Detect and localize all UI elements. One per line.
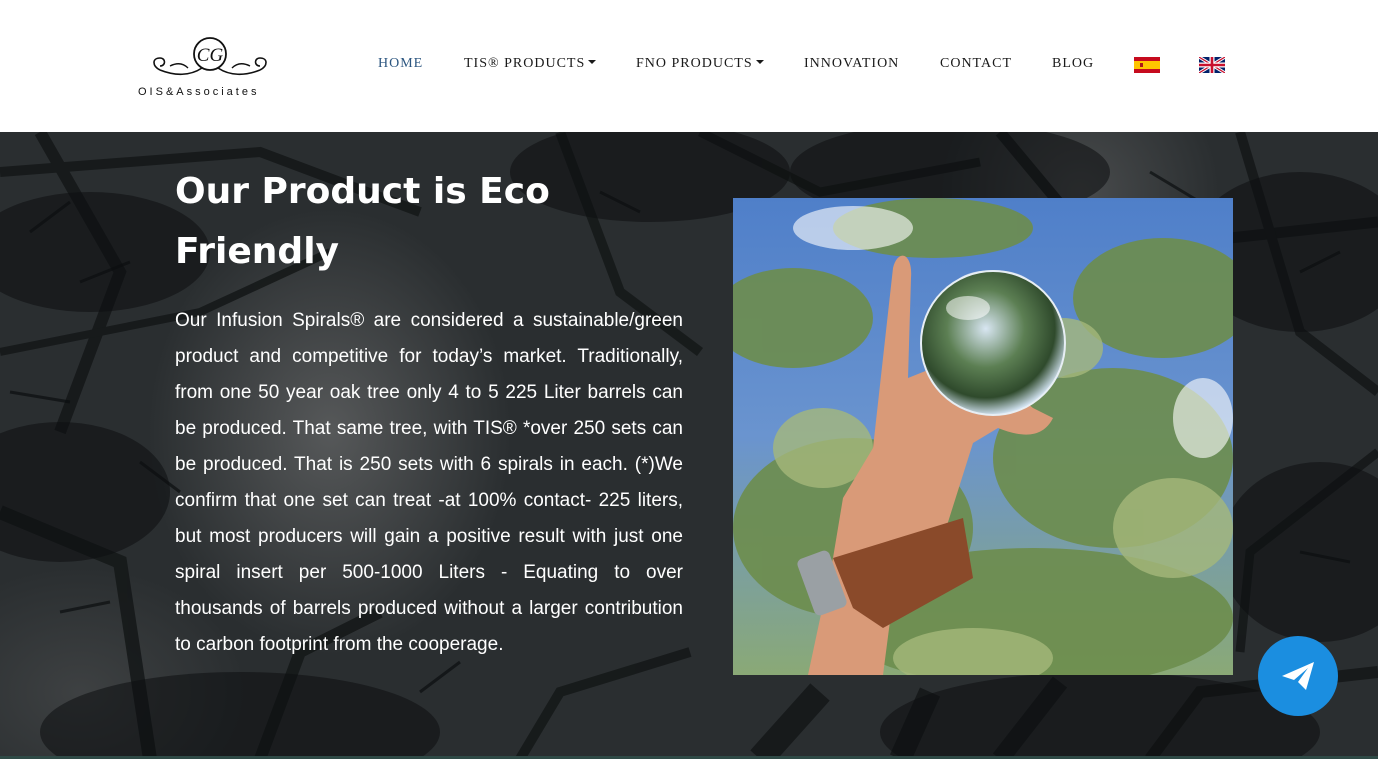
hand-holding-crystal-ball-photo xyxy=(733,198,1233,675)
site-logo[interactable]: CG OIS&Associates xyxy=(138,36,283,100)
hero-title: Our Product is Eco Friendly xyxy=(175,171,550,272)
nav-home[interactable]: HOME xyxy=(378,56,423,72)
nav-innovation[interactable]: INNOVATION xyxy=(804,56,899,72)
site-header: CG OIS&Associates HOME TIS® PRODUCTS FNO… xyxy=(0,0,1378,132)
nav-fno-products[interactable]: FNO PRODUCTS xyxy=(636,56,764,72)
nav-blog[interactable]: BLOG xyxy=(1052,56,1094,72)
spanish-flag-icon[interactable] xyxy=(1134,57,1160,73)
logo-name: OIS&Associates xyxy=(138,86,260,98)
logo-monogram: CG xyxy=(197,45,224,66)
hero-section: Our Product is Eco Friendly Our Infusion… xyxy=(0,132,1378,759)
paper-plane-icon xyxy=(1282,662,1314,690)
logo-emblem-icon: CG xyxy=(153,37,267,76)
nav-tis-products[interactable]: TIS® PRODUCTS xyxy=(464,56,597,72)
uk-flag-icon[interactable] xyxy=(1199,57,1225,73)
nav-contact[interactable]: CONTACT xyxy=(940,56,1012,72)
chevron-down-icon xyxy=(755,60,764,64)
chevron-down-icon xyxy=(588,60,597,64)
hero-body-text: Our Infusion Spirals® are considered a s… xyxy=(175,310,683,655)
telegram-send-button[interactable] xyxy=(1258,636,1338,716)
